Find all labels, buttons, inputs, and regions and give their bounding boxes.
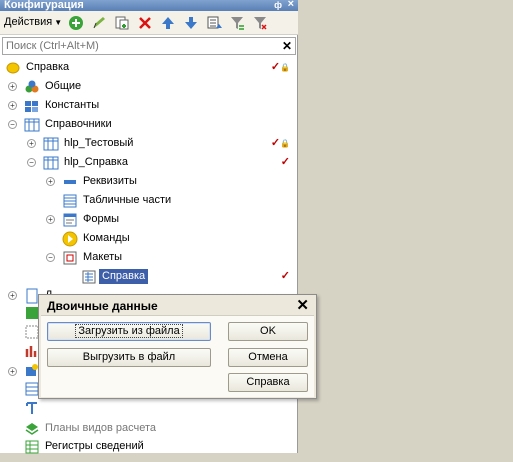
tree-item-commands[interactable]: Команды (0, 229, 298, 248)
binary-data-dialog: Двоичные данные ✕ Загрузить из файла Выг… (38, 294, 317, 399)
tree-item-label: Макеты (83, 251, 123, 263)
tree-item-label: Команды (83, 232, 130, 244)
expand-icon[interactable]: + (8, 101, 17, 110)
move-up-icon[interactable] (160, 15, 176, 31)
dropdown-arrow-icon: ▼ (54, 18, 63, 27)
catalogs-icon (24, 117, 40, 133)
catalog-icon (43, 136, 59, 152)
collapse-icon[interactable]: − (27, 158, 36, 167)
constants-icon (24, 98, 40, 114)
tree-item-calc-plans[interactable]: Планы видов расчета (0, 419, 298, 438)
toolbar: Действия ▼ (0, 11, 298, 35)
expand-icon[interactable]: + (8, 82, 17, 91)
search-input[interactable] (3, 38, 279, 54)
ok-button[interactable]: OK (228, 322, 308, 341)
sort-icon[interactable] (206, 15, 222, 31)
tree-item-tabular[interactable]: Табличные части (0, 191, 298, 210)
modified-check-icon: ✓ (280, 270, 290, 282)
edit-icon[interactable] (91, 15, 107, 31)
tree-item-help-template[interactable]: Справка ✓ (0, 267, 298, 286)
panel-titlebar: Конфигурация ф × (0, 0, 298, 11)
tree-item-label: Справка (26, 61, 70, 73)
ok-label: OK (260, 325, 276, 337)
tree-item-label: Константы (45, 99, 100, 111)
tabular-icon (62, 193, 78, 209)
copy-icon[interactable] (114, 15, 130, 31)
tree-item-catalogs[interactable]: − Справочники (0, 115, 298, 134)
template-icon (81, 269, 97, 285)
tree-item-hlp-help[interactable]: − hlp_Справка ✓ (0, 153, 298, 172)
expand-icon[interactable]: + (46, 177, 55, 186)
tree-item-label: Общие (45, 80, 82, 92)
common-icon (24, 79, 40, 95)
tree-item-label: hlp_Тестовый (64, 137, 134, 149)
clear-search-icon[interactable]: ✕ (282, 38, 292, 54)
tree-item-attributes[interactable]: + Реквизиты (0, 172, 298, 191)
templates-icon (62, 250, 78, 266)
tree-item-help[interactable]: Справка ✓🔒 (0, 58, 298, 77)
add-icon[interactable] (68, 15, 84, 31)
modified-lock-icon: ✓🔒 (270, 137, 290, 149)
dialog-title: Двоичные данные (47, 299, 158, 313)
tree-item-hlp-test[interactable]: + hlp_Тестовый ✓🔒 (0, 134, 298, 153)
help-button[interactable]: Справка (228, 373, 308, 392)
forms-icon (62, 212, 78, 228)
expand-icon[interactable]: + (27, 139, 36, 148)
collapse-icon[interactable]: − (8, 120, 17, 129)
cancel-label: Отмена (248, 351, 288, 363)
panel-title: Конфигурация (4, 0, 84, 11)
tree-item-label: hlp_Справка (64, 156, 128, 168)
expand-icon[interactable]: + (8, 291, 17, 300)
collapse-icon[interactable]: − (46, 253, 55, 262)
expand-icon[interactable]: + (8, 367, 17, 376)
load-from-file-button[interactable]: Загрузить из файла (47, 322, 211, 341)
cancel-button[interactable]: Отмена (228, 348, 308, 367)
tree-item-label: Табличные части (83, 194, 172, 206)
actions-label: Действия (4, 16, 53, 28)
tree-item-label: Реквизиты (83, 175, 137, 187)
modified-check-icon: ✓ (280, 156, 290, 168)
close-icon[interactable]: ✕ (296, 296, 309, 314)
delete-icon[interactable] (137, 15, 153, 31)
tree-item-registers[interactable]: Регистры сведений (0, 437, 298, 456)
expand-icon[interactable]: + (46, 215, 55, 224)
catalog-icon (43, 155, 59, 171)
tree-item-label: Формы (83, 213, 120, 225)
pin-icon[interactable]: ф (274, 0, 282, 11)
tree-item-constants[interactable]: + Константы (0, 96, 298, 115)
calc-plans-icon (24, 421, 40, 437)
clear-filter-icon[interactable] (252, 15, 268, 31)
save-to-file-button[interactable]: Выгрузить в файл (47, 348, 211, 367)
actions-menu[interactable]: Действия ▼ (4, 16, 62, 28)
modified-lock-icon: ✓🔒 (270, 61, 290, 73)
tree-item-label: Планы видов расчета (45, 422, 157, 434)
help-label: Справка (246, 376, 290, 388)
filter-icon[interactable] (229, 15, 245, 31)
chart-of-types-icon (24, 400, 40, 416)
move-down-icon[interactable] (183, 15, 199, 31)
search-field[interactable]: ✕ (2, 37, 296, 55)
tree-item-templates[interactable]: − Макеты (0, 248, 298, 267)
help-icon (6, 60, 22, 76)
tree-item-forms[interactable]: + Формы (0, 210, 298, 229)
tree-item-label: Справочники (45, 118, 112, 130)
save-to-file-label: Выгрузить в файл (82, 351, 176, 363)
load-from-file-label: Загрузить из файла (75, 324, 183, 338)
attributes-icon (62, 174, 78, 190)
tree-item-label: Регистры сведений (45, 440, 144, 452)
tree-item-label: Справка (99, 269, 149, 284)
dialog-body: Загрузить из файла Выгрузить в файл OK О… (41, 315, 314, 397)
close-icon[interactable]: × (288, 0, 294, 10)
tree-item-common[interactable]: + Общие (0, 77, 298, 96)
commands-icon (62, 231, 78, 247)
